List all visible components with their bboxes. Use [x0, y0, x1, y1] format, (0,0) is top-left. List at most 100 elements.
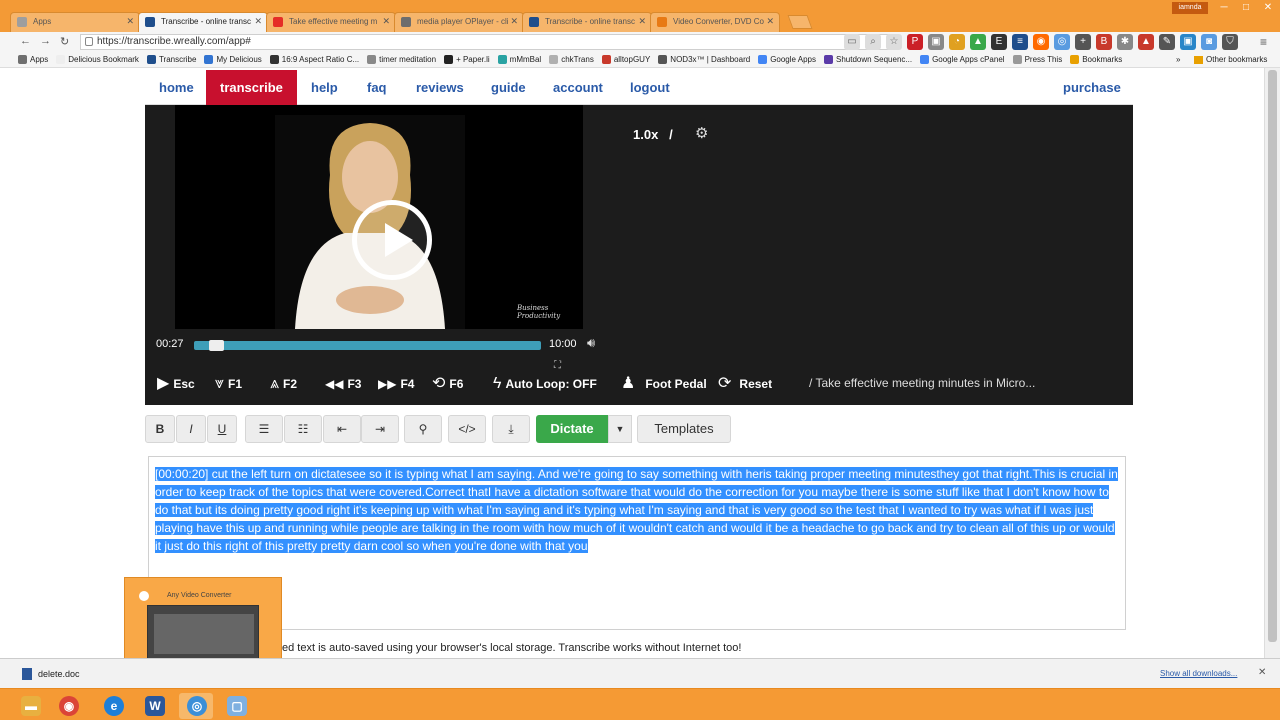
- taskbar-app[interactable]: ▢: [219, 693, 253, 719]
- lock-extension-icon[interactable]: ▣: [928, 34, 944, 50]
- new-tab-button[interactable]: [787, 15, 813, 29]
- bookmark-item[interactable]: NOD3x™ | Dashboard: [658, 52, 750, 67]
- close-window-icon[interactable]: ✕: [1256, 0, 1280, 16]
- shield-icon[interactable]: ⛉: [1222, 34, 1238, 50]
- rss-icon[interactable]: ◉: [1033, 34, 1049, 50]
- bookmark-item[interactable]: alltopGUY: [601, 52, 650, 67]
- bookmark-item[interactable]: Delicious Bookmark: [56, 52, 139, 67]
- bookmark-item[interactable]: Google Apps cPanel: [920, 52, 1005, 67]
- edit-icon[interactable]: ✎: [1159, 34, 1175, 50]
- scrollbar-thumb[interactable]: [1268, 70, 1277, 642]
- bookmark-item[interactable]: Google Apps: [758, 52, 816, 67]
- bookmark-extension-icon[interactable]: B: [1096, 34, 1112, 50]
- browser-tab[interactable]: Transcribe - online transc ✕: [522, 12, 652, 32]
- expand-icon[interactable]: ⛶: [554, 360, 561, 371]
- indent-button[interactable]: ⇥: [361, 415, 399, 443]
- other-bookmarks[interactable]: Other bookmarks: [1194, 52, 1267, 68]
- menu-icon[interactable]: ≡: [1260, 35, 1267, 49]
- taskbar-chrome[interactable]: ◉: [51, 693, 85, 719]
- close-icon[interactable]: ✕: [638, 16, 646, 27]
- close-icon[interactable]: ✕: [766, 16, 774, 27]
- play-button[interactable]: ▶ Esc: [157, 371, 195, 395]
- reload-icon[interactable]: ↻: [60, 35, 69, 48]
- browser-tab[interactable]: Transcribe - online transc ✕: [138, 12, 268, 32]
- numbered-list-button[interactable]: ☰: [245, 415, 283, 443]
- browser-tab[interactable]: Take effective meeting m ✕: [266, 12, 396, 32]
- rewind-button[interactable]: ◀◀ F3: [325, 371, 361, 395]
- bookmark-item[interactable]: My Delicious: [204, 52, 262, 67]
- bookmarks-overflow[interactable]: »: [1176, 52, 1180, 68]
- speed-up-button[interactable]: ⩓ F2: [270, 371, 297, 395]
- nav-faq[interactable]: faq: [359, 70, 395, 105]
- dictate-dropdown-button[interactable]: ▼: [608, 415, 632, 443]
- underline-button[interactable]: U: [207, 415, 237, 443]
- download-button[interactable]: ⤓: [492, 415, 530, 443]
- transcript-text[interactable]: [00:00:20] cut the left turn on dictates…: [155, 465, 1119, 555]
- foot-pedal-button[interactable]: ♟ Foot Pedal: [621, 371, 707, 395]
- bell-icon[interactable]: ◔: [949, 34, 965, 50]
- bold-button[interactable]: B: [145, 415, 175, 443]
- browser-tab[interactable]: Video Converter, DVD Co ✕: [650, 12, 780, 32]
- bulleted-list-button[interactable]: ☷: [284, 415, 322, 443]
- bookmark-item[interactable]: mMmBal: [497, 52, 541, 67]
- taskbar-video-converter[interactable]: ◎: [179, 693, 213, 719]
- bookmark-item[interactable]: Apps: [18, 52, 48, 67]
- alert-extension-icon[interactable]: ▲: [1138, 34, 1154, 50]
- bookmark-item[interactable]: + Paper.li: [444, 52, 490, 67]
- bookmark-item[interactable]: Transcribe: [146, 52, 196, 67]
- video-frame[interactable]: Business Productivity: [175, 105, 583, 329]
- bookmark-item[interactable]: Shutdown Sequenc...: [824, 52, 912, 67]
- browser-tab[interactable]: media player OPlayer - cli ✕: [394, 12, 524, 32]
- auto-loop-button[interactable]: ϟ Auto Loop: OFF: [493, 371, 597, 395]
- profile-badge[interactable]: iamnda: [1172, 2, 1208, 14]
- forward-icon[interactable]: →: [40, 35, 51, 47]
- play-overlay-button[interactable]: [352, 200, 432, 280]
- nav-account[interactable]: account: [545, 70, 611, 105]
- evernote-icon[interactable]: E: [991, 34, 1007, 50]
- plus-extension-icon[interactable]: +: [1075, 34, 1091, 50]
- taskbar-ie[interactable]: e: [96, 693, 130, 719]
- nav-guide[interactable]: guide: [483, 70, 534, 105]
- nav-purchase[interactable]: purchase: [1055, 70, 1129, 105]
- close-icon[interactable]: ✕: [382, 16, 390, 27]
- seek-handle[interactable]: [209, 340, 224, 351]
- nav-help[interactable]: help: [303, 70, 346, 105]
- taskbar-explorer[interactable]: ▬: [13, 693, 47, 719]
- star-icon[interactable]: ☆: [886, 34, 902, 50]
- templates-button[interactable]: Templates: [637, 415, 731, 443]
- page-action-icon[interactable]: ▭: [844, 34, 860, 50]
- code-button[interactable]: </>: [448, 415, 486, 443]
- address-bar[interactable]: https://transcribe.wreally.com/app#: [80, 34, 890, 50]
- playback-speed[interactable]: 1.0x /: [633, 127, 673, 142]
- maximize-icon[interactable]: □: [1234, 0, 1258, 16]
- minimize-icon[interactable]: ─: [1212, 0, 1236, 16]
- outdent-button[interactable]: ⇤: [323, 415, 361, 443]
- download-item[interactable]: delete.doc: [22, 668, 80, 680]
- bookmark-item[interactable]: Press This: [1012, 52, 1062, 67]
- camera-icon[interactable]: ◙: [1201, 34, 1217, 50]
- page-scrollbar[interactable]: [1264, 68, 1280, 658]
- close-icon[interactable]: ✕: [510, 16, 518, 27]
- link-button[interactable]: ⚲: [404, 415, 442, 443]
- transcript-editor[interactable]: [00:00:20] cut the left turn on dictates…: [148, 456, 1126, 630]
- bookmark-item[interactable]: timer meditation: [367, 52, 436, 67]
- browser-tab[interactable]: Apps ✕: [10, 12, 140, 32]
- back-icon[interactable]: ←: [20, 35, 31, 47]
- gear-icon[interactable]: ⚙: [695, 124, 708, 142]
- nav-home[interactable]: home: [151, 70, 202, 105]
- seek-bar[interactable]: [194, 340, 541, 351]
- timestamp-button[interactable]: ⟲ F6: [432, 371, 463, 395]
- taskbar-word[interactable]: W: [137, 693, 171, 719]
- drive-icon[interactable]: ▲: [970, 34, 986, 50]
- close-icon[interactable]: ✕: [254, 16, 262, 27]
- nav-transcribe[interactable]: transcribe: [206, 70, 297, 105]
- italic-button[interactable]: I: [176, 415, 206, 443]
- bookmark-item[interactable]: chkTrans: [549, 52, 594, 67]
- dictate-button[interactable]: Dictate: [536, 415, 608, 443]
- globe-icon[interactable]: ◎: [1054, 34, 1070, 50]
- show-all-downloads-link[interactable]: Show all downloads...: [1160, 669, 1237, 678]
- bookmark-item[interactable]: Bookmarks: [1070, 52, 1122, 67]
- zoom-icon[interactable]: ⌕: [865, 34, 881, 50]
- screen-icon[interactable]: ▣: [1180, 34, 1196, 50]
- pinterest-icon[interactable]: P: [907, 34, 923, 50]
